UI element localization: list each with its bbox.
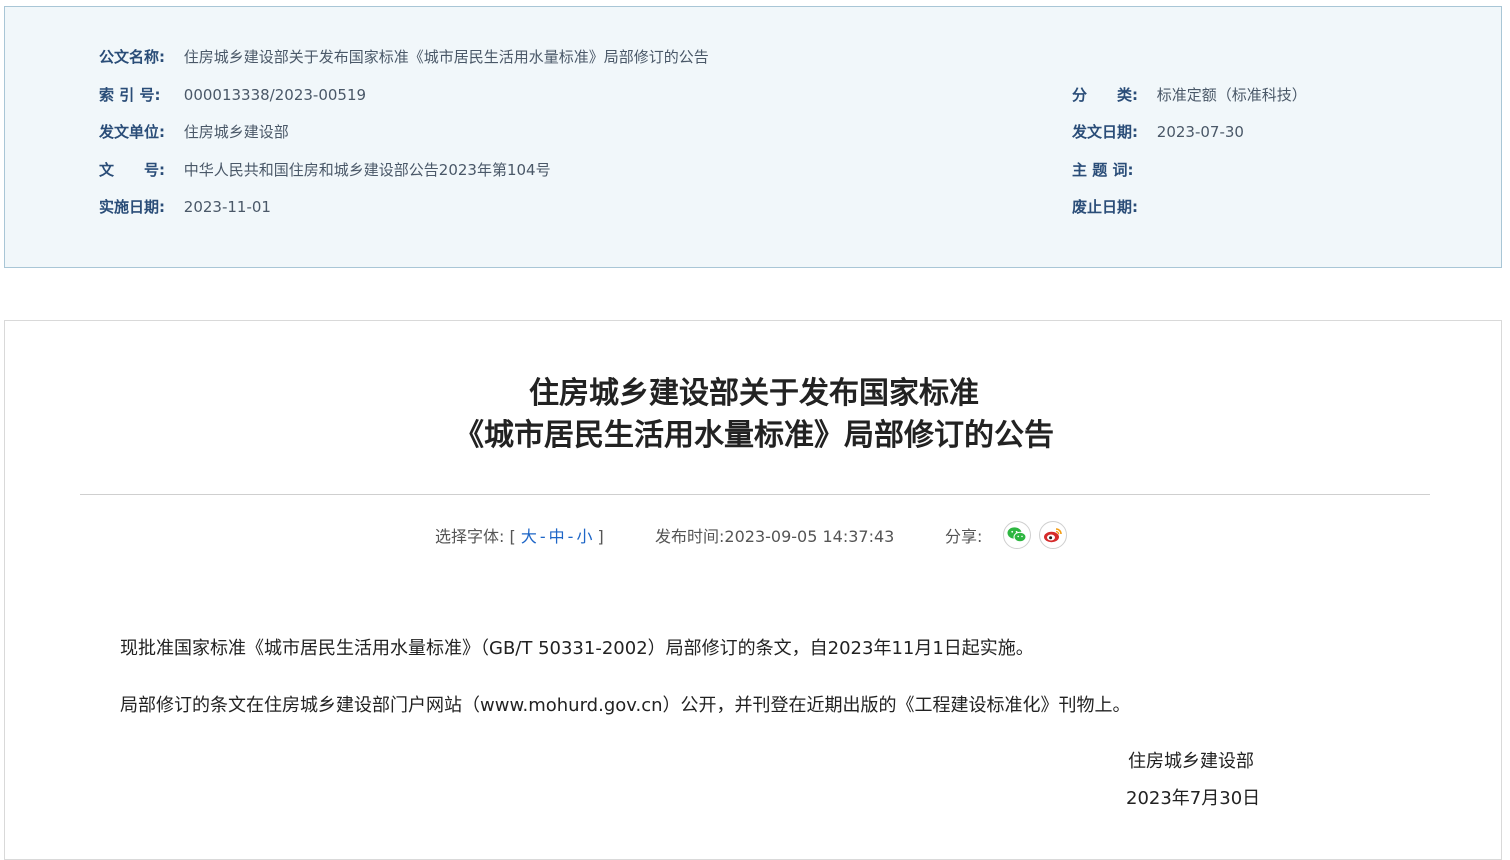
- meta-doc-name-value: 住房城乡建设部关于发布国家标准《城市居民生活用水量标准》局部修订的公告: [183, 48, 709, 66]
- share-label: 分享:: [945, 527, 983, 546]
- meta-category-label: 分 类:: [1072, 86, 1138, 104]
- title-divider: [80, 494, 1430, 495]
- article-paragraph-1: 现批准国家标准《城市居民生活用水量标准》（GB/T 50331-2002）局部修…: [120, 638, 1034, 659]
- meta-issuer: 发文单位: 住房城乡建设部: [99, 122, 289, 142]
- meta-category-value: 标准定额（标准科技）: [1156, 86, 1307, 104]
- meta-doc-no: 文 号: 中华人民共和国住房和城乡建设部公告2023年第104号: [99, 160, 551, 180]
- meta-effective-date: 实施日期: 2023-11-01: [99, 197, 271, 217]
- article-title: 住房城乡建设部关于发布国家标准 《城市居民生活用水量标准》局部修订的公告: [5, 373, 1503, 457]
- meta-effective-date-label: 实施日期:: [99, 198, 165, 216]
- meta-doc-no-label: 文 号:: [99, 161, 165, 179]
- font-size-medium-link[interactable]: 中: [549, 527, 565, 546]
- article-title-line2: 《城市居民生活用水量标准》局部修订的公告: [454, 418, 1054, 453]
- article-panel: 住房城乡建设部关于发布国家标准 《城市居民生活用水量标准》局部修订的公告 选择字…: [4, 320, 1502, 860]
- meta-issuer-value: 住房城乡建设部: [183, 123, 289, 141]
- signature-organization: 住房城乡建设部: [1128, 751, 1254, 772]
- signature-date: 2023年7月30日: [1126, 788, 1261, 809]
- font-size-separator: -: [539, 527, 546, 546]
- document-metadata-panel: 公文名称: 住房城乡建设部关于发布国家标准《城市居民生活用水量标准》局部修订的公…: [4, 6, 1502, 268]
- meta-category: 分 类: 标准定额（标准科技）: [1072, 85, 1307, 105]
- wechat-share-button[interactable]: [1003, 521, 1031, 549]
- article-paragraph-2: 局部修订的条文在住房城乡建设部门户网站（www.mohurd.gov.cn）公开…: [120, 695, 1131, 716]
- font-size-bracket-close: ]: [597, 527, 604, 546]
- meta-issue-date-label: 发文日期:: [1072, 123, 1138, 141]
- meta-subject-label: 主 题 词:: [1072, 161, 1134, 179]
- meta-index-value: 000013338/2023-00519: [183, 86, 367, 104]
- font-size-bracket-open: [: [509, 527, 516, 546]
- font-size-large-link[interactable]: 大: [521, 527, 537, 546]
- article-title-line1: 住房城乡建设部关于发布国家标准: [529, 376, 979, 411]
- meta-abolish-date: 废止日期:: [1072, 197, 1152, 217]
- publish-time: 发布时间:2023-09-05 14:37:43: [655, 523, 894, 547]
- publish-time-label: 发布时间:: [655, 527, 725, 546]
- meta-doc-no-value: 中华人民共和国住房和城乡建设部公告2023年第104号: [183, 161, 551, 179]
- font-size-separator: -: [567, 527, 574, 546]
- weibo-share-button[interactable]: [1039, 521, 1067, 549]
- wechat-icon: [1007, 527, 1027, 543]
- font-size-selector: 选择字体: [ 大-中-小 ]: [435, 523, 604, 547]
- meta-issue-date-value: 2023-07-30: [1156, 123, 1244, 141]
- meta-doc-name: 公文名称: 住房城乡建设部关于发布国家标准《城市居民生活用水量标准》局部修订的公…: [99, 47, 709, 67]
- meta-doc-name-label: 公文名称:: [99, 48, 165, 66]
- meta-issue-date: 发文日期: 2023-07-30: [1072, 122, 1244, 142]
- weibo-icon: [1044, 528, 1062, 543]
- publish-time-value: 2023-09-05 14:37:43: [724, 527, 895, 546]
- article-toolbar: 选择字体: [ 大-中-小 ] 发布时间:2023-09-05 14:37:43…: [5, 517, 1503, 549]
- meta-index: 索 引 号: 000013338/2023-00519: [99, 85, 366, 105]
- meta-subject: 主 题 词:: [1072, 160, 1152, 180]
- font-size-small-link[interactable]: 小: [576, 527, 592, 546]
- meta-abolish-date-label: 废止日期:: [1072, 198, 1138, 216]
- font-size-label: 选择字体:: [435, 527, 505, 546]
- meta-issuer-label: 发文单位:: [99, 123, 165, 141]
- meta-index-label: 索 引 号:: [99, 86, 161, 104]
- meta-effective-date-value: 2023-11-01: [183, 198, 271, 216]
